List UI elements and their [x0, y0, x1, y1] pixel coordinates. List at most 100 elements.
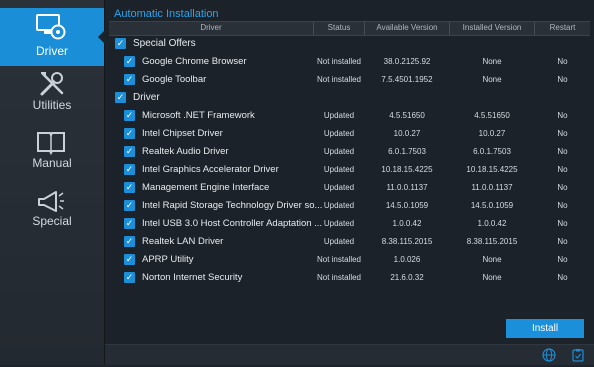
table-row[interactable]: ✓ Realtek LAN Driver Updated 8.38.115.20… — [109, 233, 590, 251]
status-cell: Updated — [323, 201, 355, 210]
restart-cell: No — [557, 219, 568, 228]
table-row[interactable]: ✓ Intel Graphics Accelerator Driver Upda… — [109, 161, 590, 179]
column-header-restart[interactable]: Restart — [535, 23, 590, 32]
available-version-cell: 11.0.0.1137 — [386, 183, 428, 192]
checkbox[interactable]: ✓ — [124, 164, 135, 175]
globe-icon[interactable] — [542, 348, 556, 367]
table-row[interactable]: ✓ Intel USB 3.0 Host Controller Adaptati… — [109, 215, 590, 233]
status-cell: Not installed — [316, 57, 362, 66]
sidebar: Driver Utilities Manual Special — [0, 0, 105, 365]
active-indicator — [98, 30, 105, 44]
status-cell: Updated — [323, 147, 355, 156]
available-version-cell: 38.0.2125.92 — [383, 57, 431, 66]
checkbox[interactable]: ✓ — [124, 110, 135, 121]
table-row[interactable]: ✓ Realtek Audio Driver Updated 6.0.1.750… — [109, 143, 590, 161]
status-cell: Not installed — [316, 75, 362, 84]
install-button[interactable]: Install — [506, 319, 584, 338]
status-cell: Updated — [323, 129, 355, 138]
installed-version-cell: None — [482, 273, 502, 282]
footer-bar — [105, 344, 594, 365]
column-header-available-version[interactable]: Available Version — [365, 23, 449, 32]
column-header-driver[interactable]: Driver — [109, 23, 313, 32]
table-row[interactable]: ✓ Intel Rapid Storage Technology Driver … — [109, 197, 590, 215]
checkbox[interactable]: ✓ — [115, 38, 126, 49]
group-row-driver[interactable]: ✓ Driver — [109, 89, 590, 107]
checkbox[interactable]: ✓ — [124, 200, 135, 211]
available-version-cell: 8.38.115.2015 — [381, 237, 433, 246]
driver-name: Intel Graphics Accelerator Driver — [142, 164, 279, 175]
sidebar-item-label: Utilities — [32, 98, 72, 112]
checkbox[interactable]: ✓ — [124, 74, 135, 85]
restart-cell: No — [557, 165, 568, 174]
available-version-cell: 10.18.15.4225 — [381, 165, 433, 174]
restart-cell: No — [557, 111, 568, 120]
checkbox[interactable]: ✓ — [124, 236, 135, 247]
table-row[interactable]: ✓ Norton Internet Security Not installed… — [109, 269, 590, 287]
checkbox[interactable]: ✓ — [124, 56, 135, 67]
installed-version-cell: 14.5.0.1059 — [470, 201, 514, 210]
table-row[interactable]: ✓ Management Engine Interface Updated 11… — [109, 179, 590, 197]
driver-name: Intel Chipset Driver — [142, 128, 223, 139]
group-label: Special Offers — [133, 38, 196, 49]
restart-cell: No — [557, 201, 568, 210]
driver-name: Management Engine Interface — [142, 182, 270, 193]
status-cell: Updated — [323, 219, 355, 228]
table-row[interactable]: ✓ Intel Chipset Driver Updated 10.0.27 1… — [109, 125, 590, 143]
installed-version-cell: 10.0.27 — [478, 129, 506, 138]
main-panel: Automatic Installation Driver Status Ava… — [105, 0, 594, 365]
checkbox[interactable]: ✓ — [124, 146, 135, 157]
sidebar-item-driver[interactable]: Driver — [0, 8, 105, 66]
driver-name: Microsoft .NET Framework — [142, 110, 255, 121]
installed-version-cell: 1.0.0.42 — [477, 219, 507, 228]
available-version-cell: 7.5.4501.1952 — [381, 75, 433, 84]
status-cell: Updated — [323, 165, 355, 174]
available-version-cell: 1.0.0.42 — [392, 219, 422, 228]
checkbox[interactable]: ✓ — [115, 92, 126, 103]
driver-name: Realtek LAN Driver — [142, 236, 224, 247]
status-cell: Updated — [323, 183, 355, 192]
column-header-status[interactable]: Status — [314, 23, 364, 32]
status-cell: Updated — [323, 237, 355, 246]
available-version-cell: 14.5.0.1059 — [385, 201, 429, 210]
sidebar-item-manual[interactable]: Manual — [0, 124, 104, 182]
checkbox[interactable]: ✓ — [124, 272, 135, 283]
restart-cell: No — [557, 237, 568, 246]
checkbox[interactable]: ✓ — [124, 128, 135, 139]
section-title: Automatic Installation — [114, 8, 219, 20]
driver-monitor-icon — [36, 14, 66, 45]
table-row[interactable]: ✓ APRP Utility Not installed 1.0.026 Non… — [109, 251, 590, 269]
installed-version-cell: 8.38.115.2015 — [466, 237, 518, 246]
group-label: Driver — [133, 92, 160, 103]
available-version-cell: 21.6.0.32 — [390, 273, 424, 282]
installed-version-cell: 4.5.51650 — [474, 111, 510, 120]
installed-version-cell: None — [482, 57, 502, 66]
restart-cell: No — [557, 129, 568, 138]
checkbox[interactable]: ✓ — [124, 254, 135, 265]
installed-version-cell: None — [482, 75, 502, 84]
driver-name: APRP Utility — [142, 254, 194, 265]
installed-version-cell: 6.0.1.7503 — [473, 147, 511, 156]
sidebar-item-utilities[interactable]: Utilities — [0, 66, 104, 124]
available-version-cell: 6.0.1.7503 — [388, 147, 426, 156]
table-row[interactable]: ✓ Google Chrome Browser Not installed 38… — [109, 53, 590, 71]
clipboard-icon[interactable] — [572, 348, 584, 367]
driver-name: Intel Rapid Storage Technology Driver so… — [142, 200, 323, 211]
available-version-cell: 10.0.27 — [393, 129, 421, 138]
column-header-installed-version[interactable]: Installed Version — [450, 23, 534, 32]
installed-version-cell: 11.0.0.1137 — [471, 183, 513, 192]
sidebar-item-special[interactable]: Special — [0, 182, 104, 240]
restart-cell: No — [557, 147, 568, 156]
table-header: Driver Status Available Version Installe… — [109, 21, 590, 36]
table-row[interactable]: ✓ Google Toolbar Not installed 7.5.4501.… — [109, 71, 590, 89]
available-version-cell: 4.5.51650 — [389, 111, 425, 120]
status-cell: Updated — [323, 111, 355, 120]
table-row[interactable]: ✓ Microsoft .NET Framework Updated 4.5.5… — [109, 107, 590, 125]
group-row-special-offers[interactable]: ✓ Special Offers — [109, 35, 590, 53]
checkbox[interactable]: ✓ — [124, 182, 135, 193]
driver-name: Realtek Audio Driver — [142, 146, 229, 157]
status-cell: Not installed — [316, 255, 362, 264]
sidebar-item-label: Driver — [36, 44, 68, 58]
available-version-cell: 1.0.026 — [393, 255, 421, 264]
checkbox[interactable]: ✓ — [124, 218, 135, 229]
driver-name: Google Toolbar — [142, 74, 207, 85]
